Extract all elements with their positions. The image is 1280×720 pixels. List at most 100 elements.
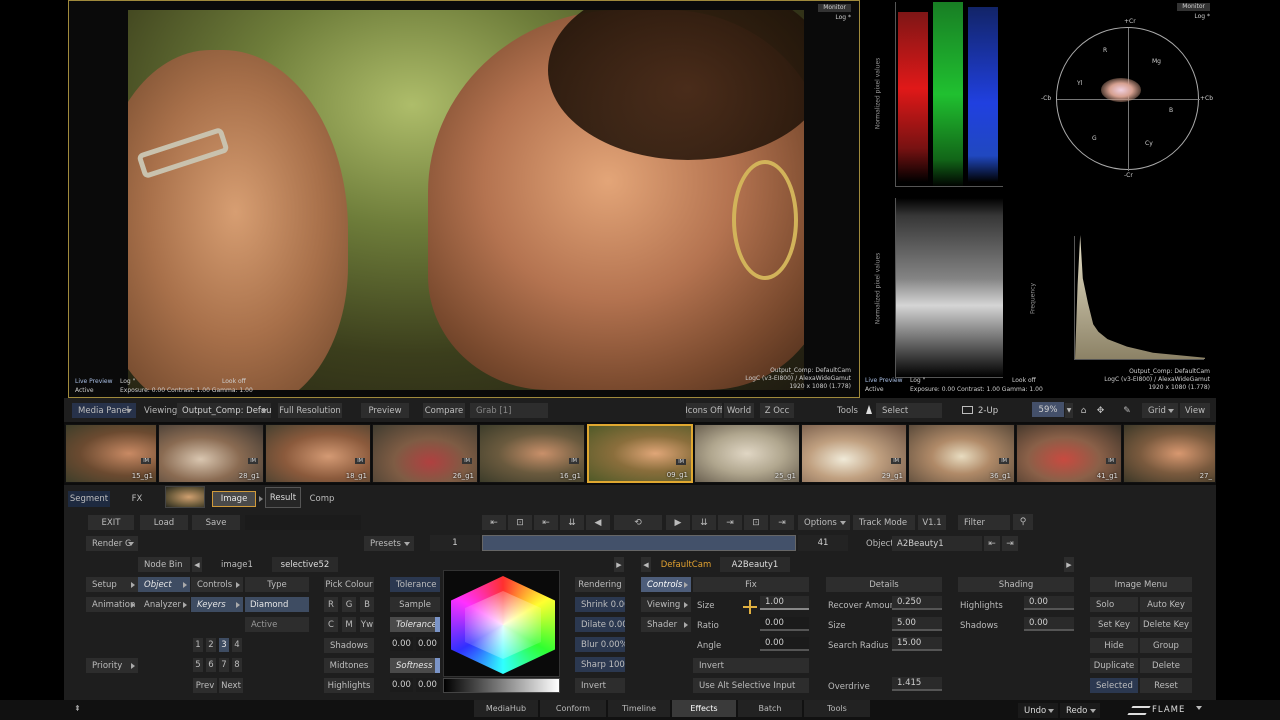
loop-icon[interactable]: ⟲ (614, 515, 662, 530)
thumbnail-clip[interactable]: IM 18_g1 (265, 424, 371, 483)
tab-timeline[interactable]: Timeline (608, 700, 670, 717)
prev-button[interactable]: Prev (193, 678, 217, 693)
icons-off-button[interactable]: Icons Off (686, 403, 722, 418)
tolerance-button[interactable]: Tolerance (390, 617, 440, 632)
go-to-end-icon[interactable]: ⇥ (770, 515, 794, 530)
fix-angle-field[interactable]: 0.00 (760, 637, 809, 651)
zoom-field[interactable]: 59% (1032, 402, 1064, 417)
luminance-gradient-bar[interactable] (443, 678, 560, 693)
node-thumbnail[interactable] (165, 486, 205, 508)
delete-button[interactable]: Delete (1140, 658, 1192, 673)
next-frame-icon[interactable]: ⇥ (718, 515, 742, 530)
keyer-type-field[interactable]: Diamond (245, 597, 309, 612)
b-channel-button[interactable]: B (360, 597, 374, 612)
scopes-monitor-label[interactable]: Monitor (1177, 3, 1210, 11)
world-button[interactable]: World (724, 403, 754, 418)
full-resolution-button[interactable]: Full Resolution (278, 403, 342, 418)
r-channel-button[interactable]: R (324, 597, 338, 612)
shading-highlights-field[interactable]: 0.00 (1024, 596, 1074, 610)
setup-button[interactable]: Setup (86, 577, 138, 592)
fix-ratio-field[interactable]: 0.00 (760, 617, 809, 631)
number-1-button[interactable]: 1 (193, 638, 203, 652)
exit-button[interactable]: EXIT (88, 515, 134, 530)
reset-button[interactable]: Reset (1140, 678, 1192, 693)
tab-mediahub[interactable]: MediaHub (474, 700, 538, 717)
viewer-monitor-label[interactable]: Monitor (818, 4, 851, 12)
number-6-button[interactable]: 6 (206, 658, 216, 672)
use-alt-selective-input-button[interactable]: Use Alt Selective Input (693, 678, 809, 693)
grid-button[interactable]: Grid (1142, 403, 1178, 418)
invert-render-button[interactable]: Invert (575, 678, 625, 693)
frame-range-slider[interactable] (482, 535, 796, 551)
fix-viewing-button[interactable]: Viewing (641, 597, 691, 612)
load-button[interactable]: Load (140, 515, 188, 530)
tab-scroll-left-icon-2[interactable]: ◀ (641, 557, 651, 572)
tab-selective52[interactable]: selective52 (272, 557, 338, 572)
auto-key-button[interactable]: Auto Key (1140, 597, 1192, 612)
number-4-button[interactable]: 4 (232, 638, 242, 652)
delete-key-button[interactable]: Delete Key (1140, 617, 1192, 632)
undo-button[interactable]: Undo (1018, 703, 1058, 718)
next-button[interactable]: Next (219, 678, 243, 693)
set-key-button[interactable]: Set Key (1090, 617, 1138, 632)
tab-a2beauty1[interactable]: A2Beauty1 (720, 557, 790, 572)
setup-name-field[interactable] (245, 515, 361, 530)
object-prev-icon[interactable]: ⇤ (984, 536, 1000, 551)
main-viewer[interactable]: Monitor Log * Live Preview Log " Look of… (68, 0, 860, 398)
redo-button[interactable]: Redo (1060, 703, 1100, 718)
yw-channel-button[interactable]: Yw (360, 617, 374, 632)
softness-value-2[interactable]: 0.00 (416, 678, 440, 692)
tolerance-value-1[interactable]: 0.00 (390, 637, 413, 651)
number-2-button[interactable]: 2 (206, 638, 216, 652)
hide-button[interactable]: Hide (1090, 638, 1138, 653)
midtones-button[interactable]: Midtones (324, 658, 374, 673)
number-8-button[interactable]: 8 (232, 658, 242, 672)
animation-button[interactable]: Animation (86, 597, 138, 612)
set-key-icon[interactable]: ⊡ (744, 515, 768, 530)
details-size-field[interactable]: 5.00 (892, 617, 942, 631)
frame-end-field[interactable]: 41 (798, 535, 848, 551)
thumbnail-clip[interactable]: IM 16_g1 (479, 424, 585, 483)
fix-size-field[interactable]: 1.00 (760, 596, 809, 610)
shrink-field[interactable]: Shrink 0.00 (575, 597, 625, 612)
node-bin-button[interactable]: Node Bin (138, 557, 190, 572)
z-occ-button[interactable]: Z Occ (760, 403, 794, 418)
thumbnail-clip-selected[interactable]: IM 09_g1 (587, 424, 693, 483)
two-up-button[interactable]: 2-Up (978, 406, 998, 416)
m-channel-button[interactable]: M (342, 617, 356, 632)
search-radius-field[interactable]: 15.00 (892, 637, 942, 651)
dilate-field[interactable]: Dilate 0.00% (575, 617, 625, 632)
tolerance-value-2[interactable]: 0.00 (416, 637, 440, 651)
thumbnail-clip[interactable]: IM 29_g1 (801, 424, 907, 483)
previous-frame-icon[interactable]: ⇤ (534, 515, 558, 530)
tab-scroll-left-icon[interactable]: ◀ (192, 557, 202, 572)
active-toggle[interactable]: Active (245, 617, 309, 632)
fix-shader-button[interactable]: Shader (641, 617, 691, 632)
overdrive-field[interactable]: 1.415 (892, 677, 942, 691)
fx-tab[interactable]: FX (124, 491, 150, 507)
compare-button[interactable]: Compare (423, 403, 465, 418)
version-button[interactable]: V1.1 (918, 515, 946, 530)
tab-image1[interactable]: image1 (204, 557, 270, 572)
tab-defaultcam[interactable]: DefaultCam (654, 557, 718, 572)
thumbnail-clip[interactable]: IM 15_g1 (65, 424, 157, 483)
object-field[interactable]: A2Beauty1 (892, 536, 982, 551)
thumbnail-clip[interactable]: 27_ (1123, 424, 1216, 483)
recover-amount-field[interactable]: 0.250 (892, 596, 942, 610)
select-tool-button[interactable]: Select (876, 403, 942, 418)
selected-button[interactable]: Selected (1090, 678, 1138, 693)
duplicate-button[interactable]: Duplicate (1090, 658, 1138, 673)
segment-tab[interactable]: Segment (68, 491, 110, 507)
color-cube-picker[interactable] (443, 570, 560, 677)
grab-button[interactable]: Grab [1] (470, 403, 548, 418)
previous-key-icon[interactable]: ⇊ (560, 515, 584, 530)
eyedropper-icon[interactable]: ✎ (1120, 403, 1134, 418)
priority-button[interactable]: Priority (86, 658, 138, 673)
thumbnail-clip[interactable]: IM 36_g1 (908, 424, 1015, 483)
softness-button[interactable]: Softness (390, 658, 440, 673)
solo-button[interactable]: Solo (1090, 597, 1138, 612)
tab-effects[interactable]: Effects (672, 700, 736, 717)
track-mode-button[interactable]: Track Mode (853, 515, 915, 530)
home-icon[interactable]: ⌂ (1077, 403, 1090, 418)
pick-colour-button[interactable]: Pick Colour (324, 577, 374, 592)
